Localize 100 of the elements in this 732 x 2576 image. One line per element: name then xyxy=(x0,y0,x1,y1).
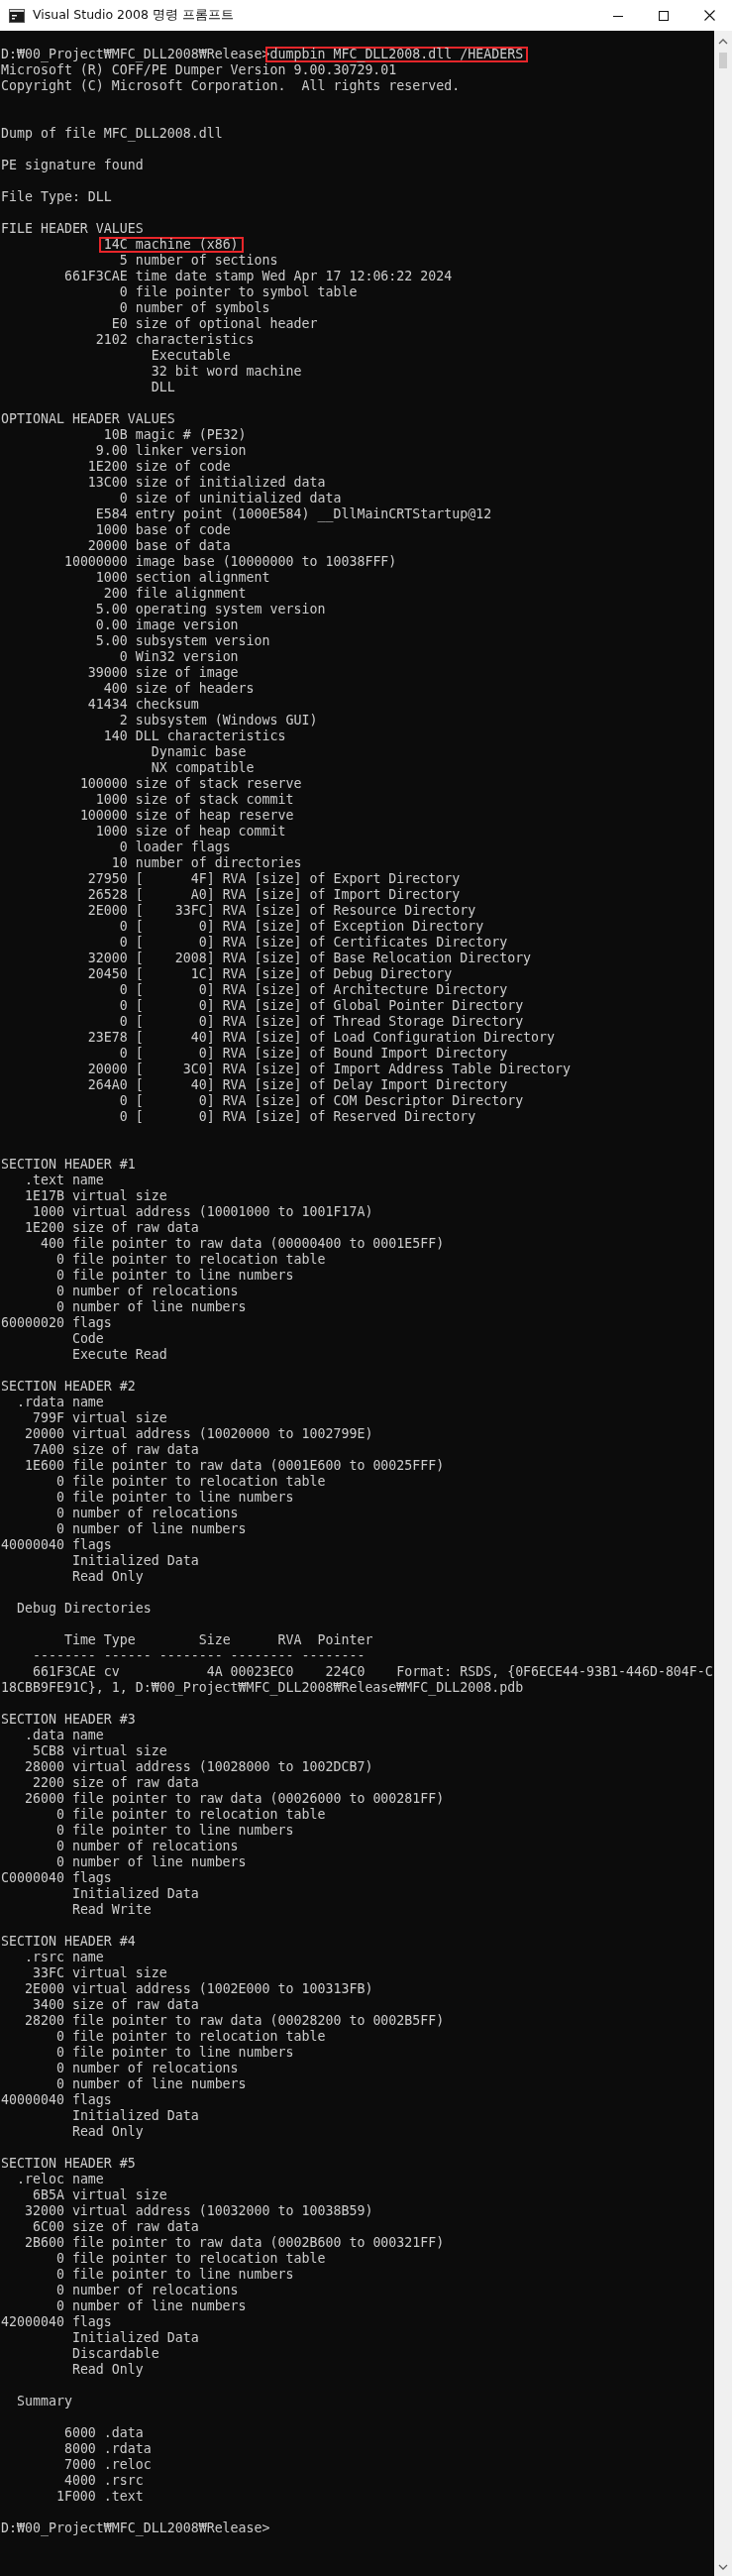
console-text: SECTION HEADER #4 xyxy=(1,1934,136,1949)
console-text: 1F000 .text xyxy=(55,2489,144,2504)
console-text: 33FC virtual size xyxy=(32,1965,167,1980)
console-text: 5.00 subsystem version xyxy=(95,633,270,648)
highlighted-text: 14C machine (x86) xyxy=(98,237,244,253)
console-text: Time Type Size RVA Pointer xyxy=(63,1632,373,1647)
console-text: SECTION HEADER #2 xyxy=(1,1379,136,1394)
window-title: Visual Studio 2008 명령 프롬프트 xyxy=(33,7,234,24)
console-text: 0 number of relocations xyxy=(55,1839,239,1853)
console-text: 1E17B virtual size xyxy=(24,1188,167,1203)
console-text: 1000 section alignment xyxy=(95,570,270,585)
console-text: 10 number of directories xyxy=(111,855,302,870)
console-text: 1000 size of stack commit xyxy=(95,792,294,807)
scrollbar-thumb[interactable] xyxy=(719,53,727,68)
console-text: 32000 [ 2008] RVA [size] of Base Relocation Directory xyxy=(87,951,532,965)
console-text: 799F virtual size xyxy=(32,1410,167,1425)
console-text: 20000 [ 3C0] RVA [size] of Import Address Table Directory xyxy=(87,1062,572,1076)
console-text: .data name xyxy=(24,1728,104,1742)
console-text: Initialized Data xyxy=(71,2108,199,2123)
console-text: E0 size of optional header xyxy=(111,316,318,331)
console-text: 0 file pointer to relocation table xyxy=(55,1252,326,1267)
console-text: 5.00 operating system version xyxy=(95,602,326,616)
console-text: 0 number of relocations xyxy=(55,2061,239,2075)
console-text: 42000040 flags xyxy=(1,2314,112,2329)
console-text: 10000000 image base (10000000 to 10038FFF) xyxy=(63,554,397,569)
console-text: 0 number of line numbers xyxy=(55,2076,247,2091)
console-text: 23E78 [ 40] RVA [size] of Load Configuration Directory xyxy=(87,1030,556,1045)
console-text: 0 [ 0] RVA [size] of Global Pointer Directory xyxy=(119,998,524,1013)
console-text: SECTION HEADER #1 xyxy=(1,1157,136,1172)
console-text: 0 number of relocations xyxy=(55,1506,239,1520)
console-text: 100000 size of stack reserve xyxy=(79,776,302,791)
console-text: 1000 size of heap commit xyxy=(95,824,286,839)
console-text: 0 number of symbols xyxy=(119,300,270,315)
console-text: 20000 virtual address (10020000 to 1002799E) xyxy=(24,1426,373,1441)
console-text: 0 file pointer to relocation table xyxy=(55,2029,326,2044)
console-text: 2B600 file pointer to raw data (0002B600 to 000321FF) xyxy=(24,2235,445,2250)
console-text: 100000 size of heap reserve xyxy=(79,808,294,823)
console-text: 400 size of headers xyxy=(103,681,255,696)
console-text: 1E200 size of raw data xyxy=(24,1220,199,1235)
console-text: 20000 base of data xyxy=(87,538,231,553)
console-text: 2 subsystem (Windows GUI) xyxy=(119,713,318,728)
console-text: Copyright (C) Microsoft Corporation. All rights reserved. xyxy=(1,78,461,93)
console-text: 0 [ 0] RVA [size] of COM Descriptor Directory xyxy=(119,1093,524,1108)
console-text: 40000040 flags xyxy=(1,2092,112,2107)
console-text: D:₩00_Project₩MFC_DLL2008₩Release> xyxy=(1,2520,270,2535)
console-text: 26000 file pointer to raw data (00026000 to 000281FF) xyxy=(24,1791,445,1806)
console-text: 6C00 size of raw data xyxy=(32,2219,199,2234)
console-text: 3400 size of raw data xyxy=(32,1997,199,2012)
console-text: 661F3CAE cv 4A 00023EC0 224C0 Format: RSDS, {0F6ECE44-93B1-446D-804F-C xyxy=(32,1664,713,1679)
scroll-down-icon[interactable] xyxy=(718,2564,728,2570)
scroll-up-icon[interactable] xyxy=(718,39,728,45)
console-text: .reloc name xyxy=(17,2172,104,2186)
console-text: 0 number of line numbers xyxy=(55,1299,247,1314)
scrollbar[interactable] xyxy=(714,31,732,2576)
console-text: 26528 [ A0] RVA [size] of Import Directory xyxy=(87,887,461,902)
console-text: NX compatible xyxy=(151,760,255,775)
close-icon xyxy=(703,10,715,21)
console-text: 0 file pointer to line numbers xyxy=(55,2045,294,2060)
console-text: 0 number of line numbers xyxy=(55,1521,247,1536)
console-text: 0 file pointer to line numbers xyxy=(55,1490,294,1505)
console-text: 661F3CAE time date stamp Wed Apr 17 12:06:22 2024 xyxy=(63,269,453,283)
console-text: 0 [ 0] RVA [size] of Reserved Directory xyxy=(119,1109,476,1124)
console-text: 0 file pointer to line numbers xyxy=(55,2267,294,2282)
console-text: Initialized Data xyxy=(71,1553,199,1568)
console-text: Debug Directories xyxy=(17,1601,152,1616)
console-text: 0 [ 0] RVA [size] of Bound Import Directory xyxy=(119,1046,508,1061)
console-text: FILE HEADER VALUES xyxy=(1,221,144,236)
console-text: 0 size of uninitialized data xyxy=(119,491,342,505)
console-text: 140 DLL characteristics xyxy=(103,728,286,743)
console-text: .text name xyxy=(24,1173,104,1187)
console-text: .rdata name xyxy=(17,1395,104,1409)
console-text: 0 [ 0] RVA [size] of Thread Storage Directory xyxy=(119,1014,524,1029)
console-text: 0 number of line numbers xyxy=(55,2298,247,2313)
console-text: 2102 characteristics xyxy=(95,332,255,347)
console-text: Discardable xyxy=(71,2346,159,2361)
console-text: 0 file pointer to relocation table xyxy=(55,2251,326,2266)
console-text: 1E200 size of code xyxy=(87,459,231,474)
console-text: 7A00 size of raw data xyxy=(32,1442,199,1457)
console-text: OPTIONAL HEADER VALUES xyxy=(1,411,175,426)
console-text: 200 file alignment xyxy=(103,586,247,601)
console-text: 0 file pointer to symbol table xyxy=(119,284,358,299)
console-text: 1E600 file pointer to raw data (0001E600 to 00025FFF) xyxy=(24,1458,445,1473)
console-text: 6B5A virtual size xyxy=(32,2187,167,2202)
console-text: 0 number of line numbers xyxy=(55,1854,247,1869)
console-text: Execute Read xyxy=(71,1347,167,1362)
console-text: PE signature found xyxy=(1,158,144,172)
console-text: Initialized Data xyxy=(71,2330,199,2345)
console-text: 27950 [ 4F] RVA [size] of Export Directory xyxy=(87,871,461,886)
console-text: 20450 [ 1C] RVA [size] of Debug Directory xyxy=(87,966,453,981)
console-icon xyxy=(9,8,25,23)
console-text: 0 number of relocations xyxy=(55,2283,239,2297)
console-text: 0 [ 0] RVA [size] of Exception Directory xyxy=(119,919,484,934)
console-text: E584 entry point (1000E584) __DllMainCRTStartup@12 xyxy=(95,506,492,521)
console-text: 10B magic # (PE32) xyxy=(103,427,247,442)
console-text: SECTION HEADER #5 xyxy=(1,2156,136,2171)
console-text: DLL xyxy=(151,380,175,394)
console-text: Code xyxy=(71,1331,104,1346)
console-text: File Type: DLL xyxy=(1,189,112,204)
console-text: 7000 .reloc xyxy=(63,2457,152,2472)
console-text: 0 [ 0] RVA [size] of Certificates Directory xyxy=(119,935,508,950)
